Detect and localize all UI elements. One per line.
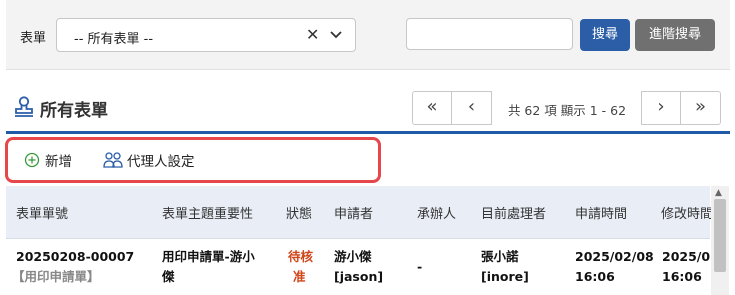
processor-id: [inore]: [481, 269, 529, 284]
applicant-name: 游小傑: [334, 249, 372, 264]
page-info: 共 62 項 顯示 1 - 62: [507, 103, 627, 118]
stamp-icon: [15, 96, 33, 117]
form-select-value: -- 所有表單 --: [74, 32, 154, 47]
prev-page-button[interactable]: ‹: [452, 91, 492, 125]
form-number[interactable]: 20250208-00007: [16, 246, 134, 267]
apply-time: 16:06: [575, 269, 615, 284]
table-header: 表單單號 表單主題重要性 狀態 申請者 承辦人 目前處理者 申請時間 修改時間: [6, 186, 713, 238]
col-header-handler[interactable]: 承辦人: [417, 203, 456, 222]
advanced-search-button[interactable]: 進階搜尋: [635, 19, 715, 51]
col-header-apply-time[interactable]: 申請時間: [575, 203, 627, 222]
handler-value: -: [417, 259, 423, 274]
form-select[interactable]: -- 所有表單 -- ✕: [56, 18, 356, 52]
modify-time: 16:06: [662, 269, 702, 284]
clear-icon[interactable]: ✕: [306, 25, 319, 44]
processor-name: 張小諾: [481, 249, 519, 264]
vertical-scrollbar[interactable]: ▲: [711, 186, 729, 295]
title-divider: [6, 131, 730, 134]
last-page-button[interactable]: »: [681, 91, 721, 125]
pagination: « ‹ 共 62 項 顯示 1 - 62 › »: [412, 91, 721, 125]
col-header-status[interactable]: 狀態: [286, 203, 312, 222]
add-circle-icon[interactable]: [24, 152, 40, 168]
next-page-button[interactable]: ›: [641, 91, 681, 125]
scroll-up-arrow-icon[interactable]: ▲: [715, 188, 722, 198]
status-badge-line2: 准: [293, 269, 306, 284]
first-page-button[interactable]: «: [412, 91, 452, 125]
apply-date: 2025/02/08: [575, 249, 654, 264]
scrollbar-thumb[interactable]: [714, 199, 726, 272]
row-divider: [6, 238, 710, 239]
action-toolbar: 新增 代理人設定: [5, 137, 381, 183]
subject-line2[interactable]: 傑: [162, 266, 175, 287]
search-button[interactable]: 搜尋: [580, 19, 630, 51]
col-header-applicant[interactable]: 申請者: [334, 203, 373, 222]
search-input[interactable]: [406, 18, 573, 50]
chevron-down-icon[interactable]: [329, 27, 343, 43]
applicant-id: [jason]: [334, 269, 384, 284]
filter-bar: 表單 -- 所有表單 -- ✕ 搜尋 進階搜尋: [6, 0, 730, 70]
page-title: 所有表單: [40, 101, 108, 121]
col-header-form-no[interactable]: 表單單號: [16, 203, 68, 222]
col-header-processor[interactable]: 目前處理者: [481, 203, 546, 222]
proxy-settings-button[interactable]: 代理人設定: [127, 150, 195, 170]
form-type: 【用印申請單】: [12, 269, 100, 284]
subject-line1[interactable]: 用印申請單-游小: [162, 246, 255, 267]
col-header-modify-time[interactable]: 修改時間: [661, 203, 713, 222]
add-button[interactable]: 新增: [45, 150, 72, 170]
form-filter-label: 表單: [20, 31, 47, 46]
status-badge: 待核: [288, 249, 314, 264]
col-header-subject[interactable]: 表單主題重要性: [162, 203, 253, 222]
users-icon[interactable]: [103, 151, 123, 169]
